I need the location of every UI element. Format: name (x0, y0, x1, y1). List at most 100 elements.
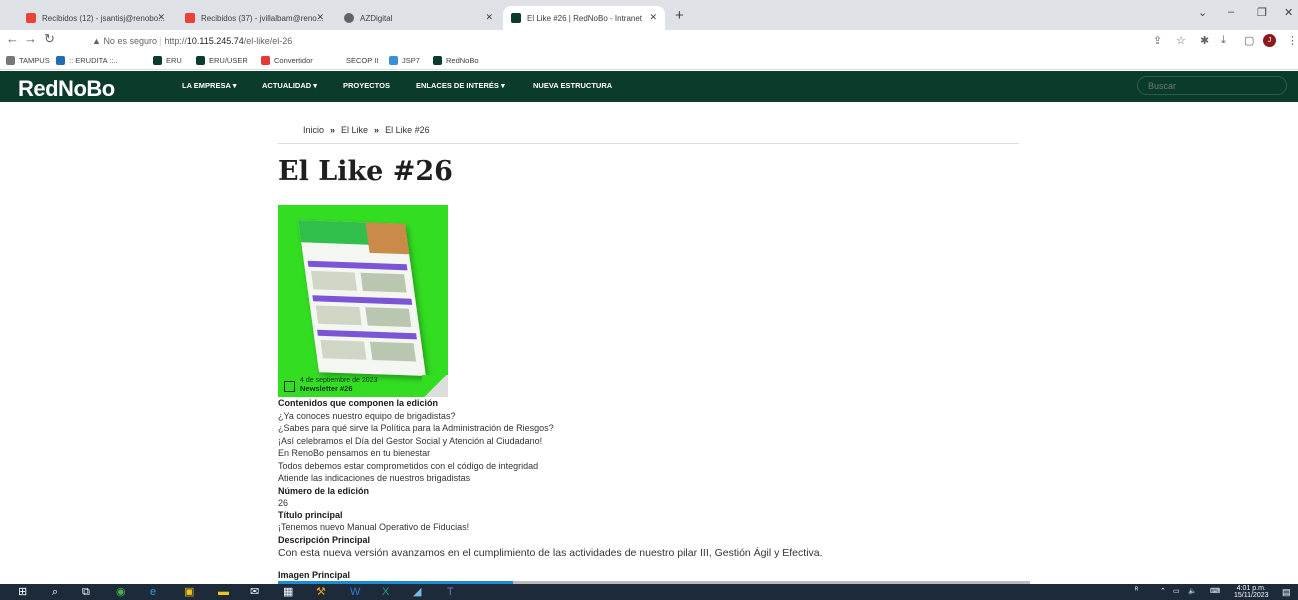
windows-start-icon[interactable]: ⊞ (18, 586, 27, 598)
warning-icon: ▲ (92, 36, 101, 46)
task-view-icon[interactable]: ⧉ (82, 586, 90, 598)
page-curl (422, 375, 448, 397)
search-input[interactable] (1137, 76, 1287, 95)
explorer-icon[interactable]: ▬ (218, 586, 229, 598)
bookmark-eru[interactable]: ERU (153, 56, 182, 65)
close-icon[interactable]: ✕ (649, 12, 657, 23)
clock[interactable]: 4:01 p.m. 15/11/2023 (1234, 585, 1269, 599)
tab-azdigital[interactable]: AZDigital ✕ (336, 6, 501, 30)
profile-avatar[interactable]: J (1263, 34, 1276, 47)
site-logo[interactable]: RedNoBo (18, 76, 115, 102)
bookmark-label: JSP7 (402, 56, 420, 65)
bookmark-icon (56, 56, 65, 65)
minimize-icon[interactable]: – (1228, 6, 1234, 18)
newsletter-image[interactable]: 4 de septiembre de 2023 Newsletter #26 (278, 205, 448, 397)
tab-el-like[interactable]: El Like #26 | RedNoBo - Intranet ✕ (503, 6, 665, 30)
description-heading: Descripción Principal (278, 535, 371, 545)
divider (278, 143, 1019, 144)
bookmarks-bar (0, 52, 1298, 70)
maximize-icon[interactable]: ❐ (1257, 6, 1267, 19)
mail-icon[interactable]: ✉ (250, 586, 259, 598)
menu-nueva-estructura[interactable]: NUEVA ESTRUCTURA (533, 81, 612, 90)
app-icon[interactable]: ◢ (413, 586, 421, 598)
word-icon[interactable]: W (350, 586, 360, 598)
page-title: El Like #26 (278, 156, 453, 187)
tray-chevron-icon[interactable]: ⌃ (1160, 587, 1166, 595)
paper-block (365, 307, 412, 328)
calendar-icon (284, 381, 295, 392)
security-label: No es seguro (103, 36, 157, 46)
edition-value: 26 (278, 498, 289, 508)
menu-icon[interactable]: ⋮ (1287, 34, 1298, 47)
content-item: ¿Sabes para qué sirve la Política para l… (278, 423, 554, 433)
store-icon[interactable]: ▣ (184, 586, 194, 598)
calculator-icon[interactable]: ▦ (283, 586, 293, 598)
image-caption-date: 4 de septiembre de 2023 (300, 377, 378, 384)
main-title-value: ¡Tenemos nuevo Manual Operativo de Fiduc… (278, 522, 470, 532)
paper-band (317, 329, 417, 340)
breadcrumb-el-like[interactable]: El Like (341, 125, 368, 135)
content-item: ¿Ya conoces nuestro equipo de brigadista… (278, 411, 456, 421)
gmail-icon (26, 13, 36, 23)
volume-icon[interactable]: 🔈 (1188, 587, 1197, 595)
tab-gmail-1[interactable]: Recibidos (12) - jsantisj@renobo... ✕ (18, 6, 173, 30)
close-icon[interactable]: ✕ (485, 12, 493, 23)
bookmark-icon (153, 56, 162, 65)
logo-text: RedNoBo (18, 76, 115, 101)
chrome-icon[interactable]: ◉ (116, 586, 126, 598)
bookmark-tampus[interactable]: TAMPUS (6, 56, 50, 65)
bookmark-eru-user[interactable]: ERU/USER (196, 56, 248, 65)
bookmark-erudita[interactable]: :: ERUDITA ::.. (56, 56, 118, 65)
newsletter-page-graphic (298, 219, 426, 377)
paper-band (312, 295, 413, 305)
paper-block (315, 305, 362, 326)
star-icon[interactable]: ☆ (1176, 34, 1186, 47)
keyboard-icon[interactable]: ⌨ (1210, 587, 1220, 595)
back-icon[interactable]: ← (6, 31, 19, 46)
bookmark-secop[interactable]: SECOP II (346, 56, 378, 65)
paper-block (310, 270, 358, 291)
forward-icon[interactable]: → (24, 31, 37, 46)
breadcrumb-inicio[interactable]: Inicio (303, 125, 324, 135)
menu-enlaces[interactable]: ENLACES DE INTERÉS ▾ (416, 81, 505, 90)
download-icon[interactable]: ⤓ (1221, 34, 1226, 47)
tool-icon[interactable]: ⚒ (316, 586, 326, 598)
main-title-heading: Título principal (278, 510, 343, 520)
close-icon[interactable]: ✕ (316, 12, 324, 23)
people-icon[interactable]: ᴿ (1135, 587, 1138, 594)
sidepanel-icon[interactable]: ▢ (1244, 34, 1254, 47)
network-icon[interactable]: ▭ (1173, 587, 1180, 595)
window-close-icon[interactable]: ✕ (1284, 6, 1293, 19)
tab-gmail-2[interactable]: Recibidos (37) - jvillalbam@reno... ✕ (177, 6, 332, 30)
bookmark-icon (261, 56, 270, 65)
excel-icon[interactable]: X (382, 586, 389, 598)
edge-icon[interactable]: e (150, 586, 156, 598)
bookmark-icon (6, 56, 15, 65)
main-image-heading: Imagen Principal (278, 570, 351, 580)
menu-proyectos[interactable]: PROYECTOS (343, 81, 390, 90)
bookmark-label: TAMPUS (19, 56, 50, 65)
paper-block (360, 272, 407, 293)
menu-la-empresa[interactable]: LA EMPRESA ▾ (182, 81, 236, 90)
search-icon[interactable]: ⌕ (52, 586, 58, 598)
reload-icon[interactable]: ↻ (44, 31, 55, 47)
tab-search-icon[interactable]: ⌄ (1198, 6, 1207, 19)
url-field[interactable]: ▲ No es seguro | http://10.115.245.74/el… (92, 36, 292, 46)
bookmark-rednobo[interactable]: RedNoBo (433, 56, 479, 65)
teams-icon[interactable]: T (447, 586, 454, 598)
paper-block (320, 339, 367, 360)
close-icon[interactable]: ✕ (157, 12, 165, 23)
menu-actualidad[interactable]: ACTUALIDAD ▾ (262, 81, 317, 90)
url-host: 10.115.245.74 (186, 36, 244, 46)
extensions-icon[interactable]: ✱ (1200, 34, 1209, 47)
bookmark-convertidor[interactable]: Convertidor (261, 56, 313, 65)
content-item: Todos debemos estar comprometidos con el… (278, 461, 539, 471)
paper-block (369, 341, 417, 362)
new-tab-button[interactable]: + (675, 7, 684, 24)
share-icon[interactable]: ⇪ (1153, 34, 1162, 47)
breadcrumb-sep: » (374, 125, 380, 135)
bookmark-icon (433, 56, 442, 65)
bookmark-label: SECOP II (346, 56, 379, 65)
bookmark-jsp7[interactable]: JSP7 (389, 56, 420, 65)
notifications-icon[interactable]: ▤ (1282, 587, 1291, 598)
